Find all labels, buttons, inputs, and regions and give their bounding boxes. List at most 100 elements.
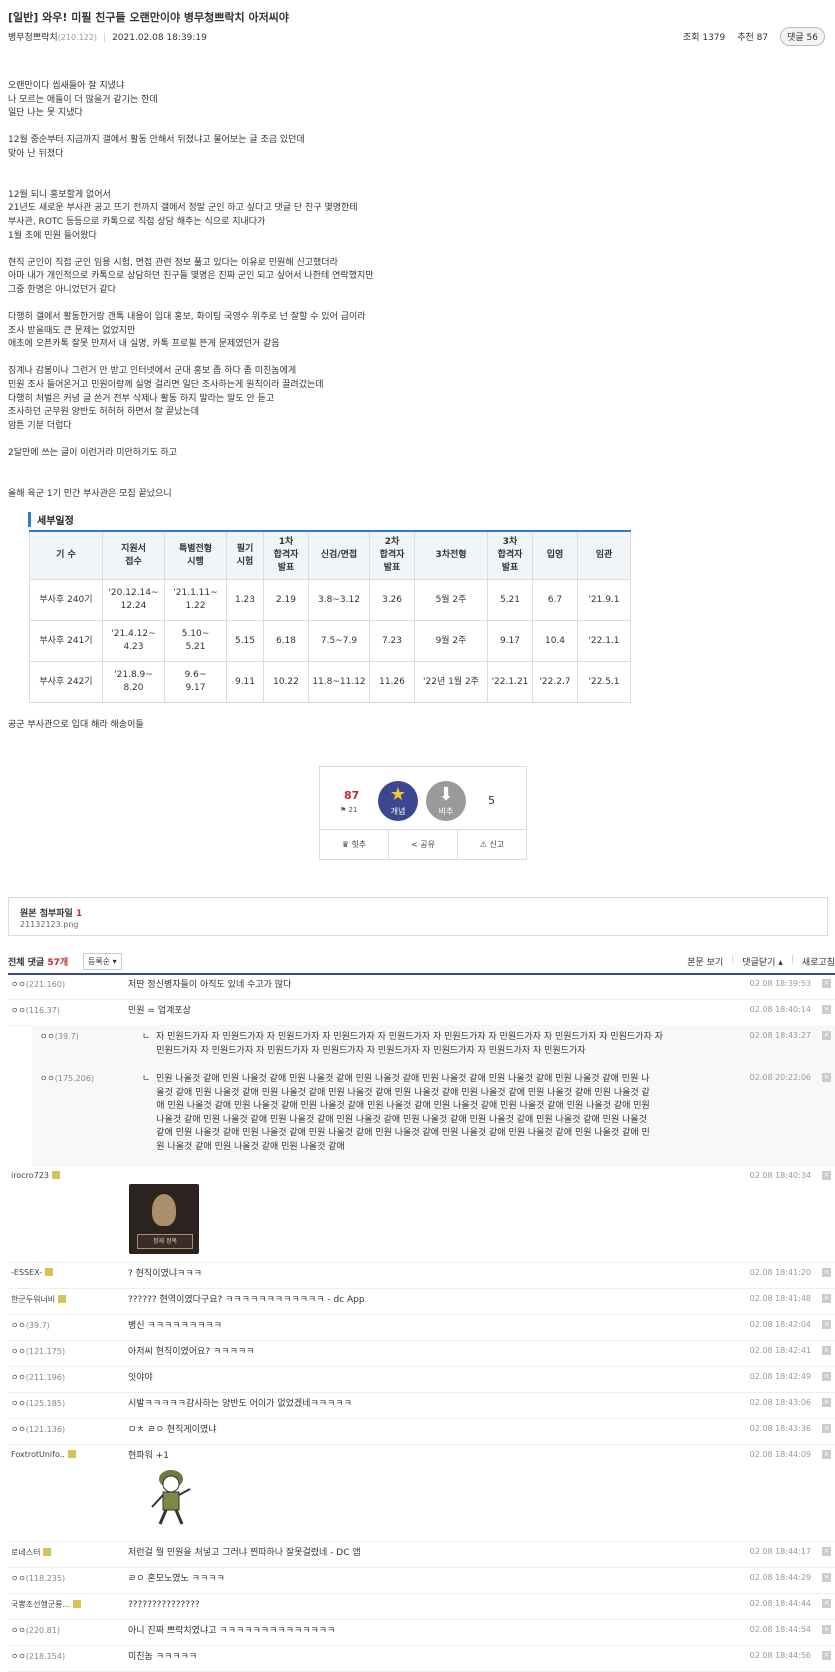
- collapse-label: 댓글닫기: [742, 958, 776, 968]
- post-body-line: 민원 조사 들어온거고 민원이랑께 실명 걸리면 일단 조사하는게 원칙이라 끌…: [8, 380, 324, 391]
- comment-time: 02.08 18:44:44: [749, 1599, 811, 1608]
- schedule-cell: '22.2.7: [532, 661, 578, 703]
- schedule-cell: 5.10~ 5.21: [164, 620, 227, 662]
- reply-comment-row: ㅇㅇ(175.206) ㄴ 민원 나올것 같애 민원 나올것 같애 민원 나올것 …: [32, 1067, 835, 1166]
- comment-author-ip: (39.7): [25, 1321, 50, 1330]
- schedule-cell: 10.22: [263, 661, 309, 703]
- delete-icon[interactable]: ×: [822, 1372, 831, 1381]
- comment-author[interactable]: ㅇㅇ(220.81): [11, 1625, 60, 1636]
- comment-image-label: 정재 정복: [137, 1234, 193, 1249]
- schedule-cell: '22년 1월 2주: [414, 661, 488, 703]
- comment-author[interactable]: FoxtrotUnifo..: [11, 1450, 76, 1459]
- comment-author[interactable]: ㅇㅇ(211.196): [11, 1372, 65, 1383]
- hit-recommend-button[interactable]: ♛ 힛추: [320, 830, 389, 860]
- author-name[interactable]: 병무청쁘락치: [8, 33, 58, 43]
- delete-icon[interactable]: ×: [822, 1625, 831, 1634]
- delete-icon[interactable]: ×: [822, 1171, 831, 1180]
- comment-author[interactable]: 로네스터: [11, 1547, 52, 1558]
- comment-row: ㅇㅇ(39.7) 병신 ㅋㅋㅋㅋㅋㅋㅋㅋㅋ 02.08 18:42:04 ×: [8, 1314, 835, 1341]
- comment-author[interactable]: ㅇㅇ(39.7): [11, 1320, 50, 1331]
- comment-time: 02.08 18:39:53: [749, 979, 811, 988]
- delete-icon[interactable]: ×: [822, 1346, 831, 1355]
- post-body-line: [8, 433, 768, 447]
- delete-icon[interactable]: ×: [822, 1424, 831, 1433]
- comment-author-ip: (218.154): [25, 1652, 66, 1661]
- delete-icon[interactable]: ×: [822, 979, 831, 988]
- comment-row: ㅇㅇ(211.196) 잇야야 02.08 18:42:49 ×: [8, 1366, 835, 1393]
- comment-author[interactable]: irocro723: [11, 1171, 60, 1180]
- delete-icon[interactable]: ×: [822, 1320, 831, 1329]
- emblem-icon: [152, 1194, 176, 1226]
- schedule-header-cell: 2차 합격자 발표: [369, 530, 415, 580]
- post-body-line: 2달만에 쓰는 글이 이런거라 미안하기도 하고: [8, 448, 178, 459]
- schedule-cell: '22.1.1: [577, 620, 631, 662]
- schedule-cell: 부사후 240기: [29, 579, 103, 621]
- view-post-link[interactable]: 본문 보기: [687, 955, 723, 968]
- comment-author[interactable]: ㅇㅇ(118.235): [11, 1573, 65, 1584]
- comment-sort-select[interactable]: 등록순 ▾: [83, 953, 122, 970]
- schedule-title: 세부일정: [28, 512, 74, 527]
- comment-time: 02.08 18:44:09: [749, 1450, 811, 1459]
- schedule-cell: 9.17: [487, 620, 533, 662]
- comment-row: FoxtrotUnifo.. 현파워 +1 02.08 18:44:09 ×: [8, 1444, 835, 1542]
- comment-author[interactable]: 국뽕조선행군룡...: [11, 1599, 82, 1610]
- delete-icon[interactable]: ×: [822, 1031, 831, 1040]
- delete-icon[interactable]: ×: [822, 1547, 831, 1556]
- delete-icon[interactable]: ×: [822, 1294, 831, 1303]
- schedule-cell: 2.19: [263, 579, 309, 621]
- post-body-footer: 공군 부사관으로 입대 해라 해송이들: [8, 720, 144, 730]
- comment-row: ㅇㅇ(116.37) 민원 = 업계포상 02.08 18:40:14 ×: [8, 999, 835, 1026]
- comment-time: 02.08 18:42:49: [749, 1372, 811, 1381]
- report-button[interactable]: ⚠ 신고: [458, 830, 526, 860]
- post-body-line: 맞아 난 뒤졌다: [8, 148, 64, 159]
- delete-icon[interactable]: ×: [822, 1450, 831, 1459]
- comment-time: 02.08 18:43:06: [749, 1398, 811, 1407]
- comment-image[interactable]: 정재 정복: [129, 1184, 199, 1254]
- comment-author[interactable]: ㅇㅇ(39.7): [40, 1031, 79, 1042]
- post-body-line: 다행히 처벌은 커녕 글 쓴거 전부 삭제나 활동 하지 말라는 말도 안 듣고: [8, 393, 275, 404]
- post-body-line: 암튼 기분 더럽다: [8, 420, 72, 431]
- schedule-header-cell: 1차 합격자 발표: [263, 530, 309, 580]
- comment-row: ㅇㅇ(218.154) 미친놈 ㅋㅋㅋㅋㅋ 02.08 18:44:56 ×: [8, 1645, 835, 1672]
- comment-author[interactable]: ㅇㅇ(175.206): [40, 1073, 94, 1084]
- comment-author[interactable]: ㅇㅇ(125.185): [11, 1398, 65, 1409]
- delete-icon[interactable]: ×: [822, 1599, 831, 1608]
- comment-author[interactable]: ㅇㅇ(218.154): [11, 1651, 65, 1662]
- comment-author-ip: (211.196): [25, 1373, 66, 1382]
- upvote-button[interactable]: ★ 개념: [378, 781, 418, 821]
- delete-icon[interactable]: ×: [822, 1268, 831, 1277]
- post-date: 2021.02.08 18:39:19: [112, 33, 207, 43]
- delete-icon[interactable]: ×: [822, 1651, 831, 1660]
- delete-icon[interactable]: ×: [822, 1573, 831, 1582]
- share-button[interactable]: < 공유: [389, 830, 458, 860]
- post-body-line: [8, 162, 768, 176]
- comment-time: 02.08 18:44:29: [749, 1573, 811, 1582]
- comment-author[interactable]: ㅇㅇ(121.175): [11, 1346, 65, 1357]
- comment-author-ip: (39.7): [54, 1032, 79, 1041]
- schedule-cell: '20.12.14~ 12.24: [102, 579, 165, 621]
- post-body-line: 일단 나는 못 지냈다: [8, 108, 83, 119]
- comment-author[interactable]: -ESSEX-: [11, 1268, 54, 1277]
- downvote-button[interactable]: ⬇ 비추: [426, 781, 466, 821]
- fixed-count-value: 21: [348, 806, 358, 814]
- comment-author-ip: (121.175): [25, 1347, 66, 1356]
- vote-down-count: 5: [488, 794, 495, 807]
- refresh-link[interactable]: 새로고침: [802, 955, 835, 968]
- attachment-file-link[interactable]: 21132123.png: [20, 920, 79, 929]
- collapse-comments-link[interactable]: 댓글닫기 ▴: [742, 955, 783, 968]
- delete-icon[interactable]: ×: [822, 1398, 831, 1407]
- comment-author[interactable]: ㅇㅇ(116.37): [11, 1005, 60, 1016]
- delete-icon[interactable]: ×: [822, 1005, 831, 1014]
- schedule-cell: '22.5.1: [577, 661, 631, 703]
- comment-text: 저런걸 뭘 민원을 처넣고 그러냐 찐따하나 잘못걸렸네 - DC 앱: [128, 1548, 361, 1558]
- comment-count-button[interactable]: 댓글 56: [780, 27, 825, 46]
- comment-text: ㄴ 민원 나올것 같애 민원 나올것 같애 민원 나올것 같애 민원 나올것 같…: [142, 1074, 650, 1152]
- comment-time: 02.08 18:42:41: [749, 1346, 811, 1355]
- delete-icon[interactable]: ×: [822, 1073, 831, 1082]
- post-body-line: 나 모르는 애들이 더 많을거 같기는 한데: [8, 94, 158, 105]
- post-body-line: 다행히 갤에서 활동한거랑 갠톡 내용이 입대 홍보, 화이팅 국영수 위주로 …: [8, 312, 366, 323]
- comment-author[interactable]: ㅇㅇ(221.160): [11, 979, 65, 990]
- comment-row: ㅇㅇ(118.235) ㄹㅇ 혼모노였노 ㅋㅋㅋㅋ 02.08 18:44:29 ×: [8, 1567, 835, 1594]
- comment-author[interactable]: ㅇㅇ(121.136): [11, 1424, 65, 1435]
- comment-author[interactable]: 한군두워너비: [11, 1294, 67, 1305]
